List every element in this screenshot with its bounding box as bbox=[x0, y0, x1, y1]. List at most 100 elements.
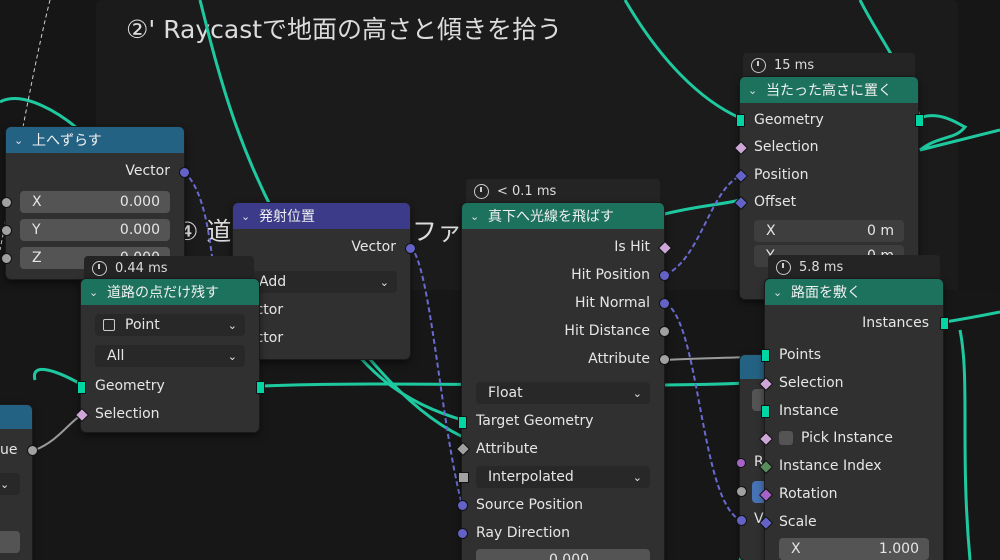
input-socket[interactable] bbox=[736, 458, 746, 468]
input-socket-ray-direction[interactable] bbox=[457, 528, 468, 539]
output-socket-geometry[interactable] bbox=[256, 381, 265, 394]
input-row: Selection bbox=[81, 403, 259, 425]
node-header[interactable]: ⌄ 道路の点だけ残す bbox=[81, 279, 259, 305]
input-row: Scale bbox=[779, 514, 817, 530]
output-socket-hit-normal[interactable] bbox=[659, 298, 670, 309]
input-socket-interpolation[interactable] bbox=[458, 472, 469, 483]
node-header bbox=[0, 405, 32, 429]
partial-field[interactable] bbox=[0, 531, 20, 553]
node-title: 発射位置 bbox=[259, 209, 315, 225]
input-socket-points[interactable] bbox=[761, 349, 770, 362]
input-row: Selection bbox=[779, 375, 844, 391]
wire-geometry[interactable] bbox=[919, 114, 1000, 152]
wire-geometry[interactable] bbox=[659, 198, 741, 217]
chevron-down-icon: ⌄ bbox=[227, 318, 237, 332]
wire-vector[interactable] bbox=[409, 246, 463, 506]
input-row: Offset bbox=[754, 194, 797, 210]
wire-geometry[interactable] bbox=[958, 329, 972, 560]
input-row: Pick Instance bbox=[765, 427, 943, 449]
node-header[interactable]: ⌄ 発射位置 bbox=[233, 203, 410, 229]
output-socket-geometry[interactable] bbox=[915, 114, 924, 127]
input-row: Points bbox=[779, 347, 822, 363]
input-socket[interactable] bbox=[736, 515, 747, 526]
node-header[interactable]: ⌄ 当たった高さに置く bbox=[740, 77, 918, 103]
collapse-chevron-icon[interactable]: ⌄ bbox=[748, 84, 760, 97]
vector-x-field[interactable]: X 0.000 bbox=[20, 191, 170, 213]
input-socket[interactable] bbox=[736, 486, 747, 497]
chevron-down-icon: ⌄ bbox=[227, 349, 237, 363]
mode-dropdown[interactable]: All ⌄ bbox=[95, 345, 245, 367]
partial-dropdown[interactable]: ⌄ bbox=[0, 473, 20, 495]
input-row: ector bbox=[233, 299, 410, 321]
output-socket-vector[interactable] bbox=[405, 243, 416, 254]
node-header[interactable]: ⌄ 上へずらす bbox=[6, 127, 184, 153]
offset-x-field[interactable]: X0 m bbox=[754, 220, 904, 242]
collapse-chevron-icon[interactable]: ⌄ bbox=[14, 134, 26, 147]
data-type-dropdown[interactable]: Float ⌄ bbox=[476, 382, 650, 404]
input-row: Attribute bbox=[476, 441, 538, 457]
output-socket-vector[interactable] bbox=[179, 167, 190, 178]
node-timing: 0.44 ms bbox=[84, 256, 254, 280]
node-timing: 5.8 ms bbox=[768, 255, 940, 279]
node-header[interactable]: ⌄ 路面を敷く bbox=[765, 279, 943, 305]
input-row: Position bbox=[754, 167, 809, 183]
vector-y-field[interactable]: Y 0.000 bbox=[20, 219, 170, 241]
output-socket-hit-position[interactable] bbox=[659, 270, 670, 281]
collapse-chevron-icon[interactable]: ⌄ bbox=[773, 286, 785, 299]
wire-vector[interactable] bbox=[664, 175, 741, 276]
input-socket-source-position[interactable] bbox=[457, 500, 468, 511]
node-header[interactable]: ⌄ 真下へ光線を飛ばす bbox=[462, 203, 664, 229]
input-socket-geometry[interactable] bbox=[77, 381, 86, 394]
node-emit-position[interactable]: ⌄ 発射位置 Vector Add ⌄ ector ector bbox=[233, 203, 416, 359]
output-row: Vector bbox=[233, 236, 410, 258]
node-title: 上へずらす bbox=[32, 133, 102, 149]
node-timing: < 0.1 ms bbox=[466, 179, 660, 203]
node-raycast-down[interactable]: ⌄ 真下へ光線を飛ばす Is Hit Hit Position Hit Norm… bbox=[455, 203, 673, 560]
output-row: Hit Distance bbox=[564, 323, 650, 339]
wire-geometry[interactable] bbox=[623, 0, 741, 120]
node-timing: 15 ms bbox=[743, 53, 915, 77]
node-editor-canvas[interactable]: ②' Raycastで地面の高さと傾きを拾う ④ 道 ファ ⌄ 上へずらす Ve… bbox=[0, 0, 1000, 560]
collapse-chevron-icon[interactable]: ⌄ bbox=[89, 286, 101, 299]
wire-float[interactable] bbox=[34, 413, 85, 451]
output-socket-attribute[interactable] bbox=[659, 354, 670, 365]
output-row: Hit Position bbox=[571, 267, 650, 283]
operation-dropdown[interactable]: Add ⌄ bbox=[247, 271, 397, 293]
node-keep-road-points[interactable]: ⌄ 道路の点だけ残す Point ⌄ All ⌄ Geometry Selecti… bbox=[74, 279, 265, 432]
collapse-chevron-icon[interactable]: ⌄ bbox=[470, 210, 482, 223]
stopwatch-icon bbox=[751, 57, 766, 73]
input-row: Rotation bbox=[779, 486, 838, 502]
input-socket-x[interactable] bbox=[1, 197, 12, 208]
scale-x-field[interactable]: X 1.000 bbox=[779, 538, 929, 560]
ray-length-field[interactable]: 0.000 bbox=[476, 549, 650, 560]
pick-instance-checkbox[interactable] bbox=[779, 431, 793, 445]
output-socket[interactable] bbox=[27, 445, 38, 456]
chevron-down-icon: ⌄ bbox=[0, 477, 10, 491]
input-row: Ray Direction bbox=[476, 525, 570, 541]
output-row: Vector bbox=[6, 160, 184, 182]
node-lay-road[interactable]: ⌄ 路面を敷く Instances Points Selection Insta… bbox=[758, 279, 949, 560]
interpolation-dropdown[interactable]: Interpolated ⌄ bbox=[476, 466, 650, 488]
collapse-chevron-icon[interactable]: ⌄ bbox=[241, 210, 253, 223]
input-socket-instance[interactable] bbox=[761, 405, 770, 418]
output-row: Instances bbox=[862, 315, 929, 331]
output-socket-instances[interactable] bbox=[940, 317, 949, 330]
output-row: Is Hit bbox=[614, 239, 650, 255]
input-socket-geometry[interactable] bbox=[736, 114, 745, 127]
input-row: Instance Index bbox=[779, 458, 882, 474]
input-socket-z[interactable] bbox=[1, 253, 12, 264]
output-socket-hit-distance[interactable] bbox=[659, 326, 670, 337]
input-row: Geometry bbox=[81, 375, 259, 397]
domain-dropdown[interactable]: Point ⌄ bbox=[95, 314, 245, 336]
wire-geometry[interactable] bbox=[944, 310, 1000, 324]
socket-label: Vector bbox=[125, 163, 170, 179]
chevron-down-icon: ⌄ bbox=[632, 470, 642, 484]
node-title: 道路の点だけ残す bbox=[107, 285, 219, 301]
input-socket-target-geometry[interactable] bbox=[458, 416, 467, 429]
stopwatch-icon bbox=[92, 260, 107, 276]
input-socket-y[interactable] bbox=[1, 225, 12, 236]
stopwatch-icon bbox=[474, 183, 489, 199]
node-partial-left[interactable]: ue ⌄ bbox=[0, 405, 38, 560]
wire-vector[interactable] bbox=[664, 302, 741, 521]
node-title: 路面を敷く bbox=[791, 285, 861, 301]
